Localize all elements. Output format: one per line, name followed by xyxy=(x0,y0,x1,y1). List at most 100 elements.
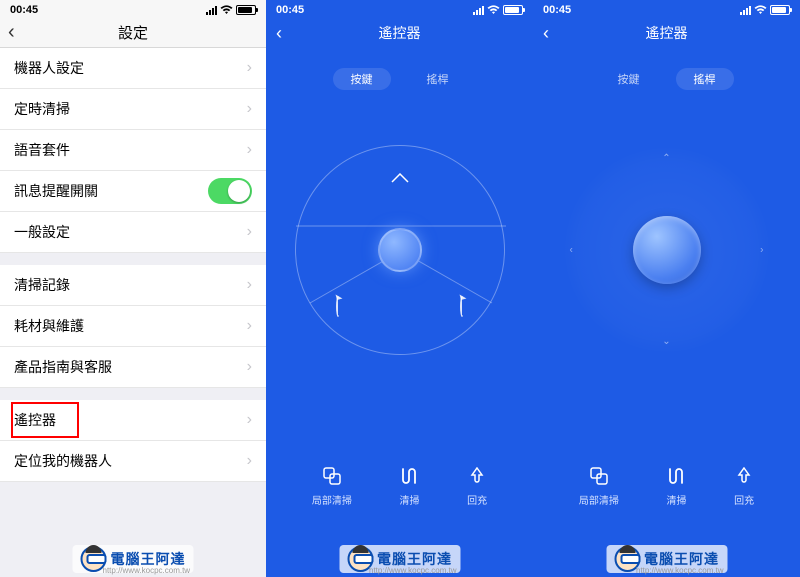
chevron-right-icon: › xyxy=(247,317,252,335)
dock-icon xyxy=(734,466,754,486)
row-guide-support[interactable]: 產品指南與客服› xyxy=(0,347,266,388)
status-indicators xyxy=(740,5,790,15)
row-robot-settings[interactable]: 機器人設定 › xyxy=(0,48,266,89)
watermark: 電腦王阿達 http://www.kocpc.com.tw xyxy=(606,545,727,573)
action-label: 回充 xyxy=(467,492,487,507)
remote-buttons-screen: 00:45 ‹ 遙控器 按鍵 搖桿 局部清掃 xyxy=(266,0,533,577)
row-label: 訊息提醒開關 xyxy=(14,181,98,201)
rotate-left-icon xyxy=(336,296,340,317)
signal-icon xyxy=(473,6,484,15)
back-button[interactable]: ‹ xyxy=(543,23,549,44)
status-time: 00:45 xyxy=(276,4,304,16)
chevron-right-icon: › xyxy=(247,223,252,241)
remote-header: ‹ 遙控器 xyxy=(533,18,800,48)
direction-wheel xyxy=(295,145,505,355)
settings-group-3: 遙控器 › 定位我的機器人 › xyxy=(0,400,266,482)
dock-button[interactable]: 回充 xyxy=(467,466,487,507)
chevron-down-icon: ⌄ xyxy=(662,336,670,347)
row-general-settings[interactable]: 一般設定 › xyxy=(0,212,266,253)
spot-clean-icon xyxy=(589,466,609,486)
bottom-actions: 局部清掃 清掃 回充 xyxy=(533,466,800,507)
remote-header: ‹ 遙控器 xyxy=(266,18,533,48)
action-label: 局部清掃 xyxy=(312,492,352,507)
status-time: 00:45 xyxy=(543,4,571,16)
rotate-right-button[interactable] xyxy=(460,298,464,316)
row-voice-pack[interactable]: 語音套件› xyxy=(0,130,266,171)
chevron-right-icon: › xyxy=(247,452,252,470)
chevron-right-icon: › xyxy=(247,59,252,77)
watermark: 電腦王阿達 http://www.kocpc.com.tw xyxy=(339,545,460,573)
row-label: 一般設定 xyxy=(14,222,70,242)
action-label: 回充 xyxy=(734,492,754,507)
row-consumables[interactable]: 耗材與維護 › xyxy=(0,306,266,347)
forward-button[interactable] xyxy=(391,170,409,186)
chevron-right-icon: › xyxy=(247,100,252,118)
joystick-knob[interactable] xyxy=(633,216,701,284)
spot-clean-icon xyxy=(322,466,342,486)
dock-button[interactable]: 回充 xyxy=(734,466,754,507)
settings-group-2: 清掃記錄 › 耗材與維護 › 產品指南與客服› xyxy=(0,265,266,388)
row-label: 遙控器 xyxy=(14,410,56,430)
row-scheduled-clean[interactable]: 定時清掃 › xyxy=(0,89,266,130)
row-label: 耗材與維護 xyxy=(14,316,84,336)
chevron-right-icon: › xyxy=(247,276,252,294)
wifi-icon xyxy=(487,5,500,15)
joystick-pad[interactable]: ⌃ ⌄ ‹ › xyxy=(562,145,772,355)
mode-tabs: 按鍵 搖桿 xyxy=(266,68,533,90)
bottom-actions: 局部清掃 清掃 回充 xyxy=(266,466,533,507)
chevron-right-icon: › xyxy=(247,141,252,159)
action-label: 清掃 xyxy=(399,492,419,507)
clean-button[interactable]: 清掃 xyxy=(666,466,686,507)
chevron-right-icon: › xyxy=(760,245,763,256)
status-bar: 00:45 xyxy=(0,0,266,18)
row-label: 機器人設定 xyxy=(14,58,84,78)
action-label: 清掃 xyxy=(666,492,686,507)
clean-button[interactable]: 清掃 xyxy=(399,466,419,507)
battery-icon xyxy=(503,5,523,15)
chevron-left-icon: ‹ xyxy=(570,245,573,256)
status-bar: 00:45 xyxy=(533,0,800,18)
rotate-left-button[interactable] xyxy=(336,298,340,316)
row-label: 定位我的機器人 xyxy=(14,451,112,471)
battery-icon xyxy=(770,5,790,15)
tab-joystick[interactable]: 搖桿 xyxy=(409,68,467,90)
clean-icon xyxy=(399,466,419,486)
chevron-up-icon: ⌃ xyxy=(662,153,670,164)
spot-clean-button[interactable]: 局部清掃 xyxy=(312,466,352,507)
page-title: 遙控器 xyxy=(379,23,421,43)
chevron-right-icon: › xyxy=(247,411,252,429)
signal-icon xyxy=(206,6,217,15)
watermark: 電腦王阿達 http://www.kocpc.com.tw xyxy=(73,545,194,573)
spot-clean-button[interactable]: 局部清掃 xyxy=(579,466,619,507)
settings-list: 機器人設定 › 定時清掃 › 語音套件› 訊息提醒開關 一般設定 › 清掃記錄 › 耗材… xyxy=(0,48,266,482)
row-notification-toggle[interactable]: 訊息提醒開關 xyxy=(0,171,266,212)
watermark-url: http://www.kocpc.com.tw xyxy=(369,566,457,575)
row-label: 定時清掃 xyxy=(14,99,70,119)
row-clean-history[interactable]: 清掃記錄 › xyxy=(0,265,266,306)
signal-icon xyxy=(740,6,751,15)
status-bar: 00:45 xyxy=(266,0,533,18)
center-button[interactable] xyxy=(378,228,422,272)
tab-buttons[interactable]: 按鍵 xyxy=(333,68,391,90)
tab-joystick[interactable]: 搖桿 xyxy=(676,68,734,90)
status-indicators xyxy=(473,5,523,15)
wifi-icon xyxy=(220,5,233,15)
settings-group-1: 機器人設定 › 定時清掃 › 語音套件› 訊息提醒開關 一般設定 › xyxy=(0,48,266,253)
watermark-url: http://www.kocpc.com.tw xyxy=(103,566,191,575)
page-title: 遙控器 xyxy=(646,23,688,43)
mode-tabs: 按鍵 搖桿 xyxy=(533,68,800,90)
wifi-icon xyxy=(754,5,767,15)
row-locate-robot[interactable]: 定位我的機器人 › xyxy=(0,441,266,482)
row-remote-control[interactable]: 遙控器 › xyxy=(0,400,266,441)
back-button[interactable]: ‹ xyxy=(8,21,15,44)
battery-icon xyxy=(236,5,256,15)
chevron-right-icon: › xyxy=(247,358,252,376)
row-label: 清掃記錄 xyxy=(14,275,70,295)
toggle-on[interactable] xyxy=(208,178,252,204)
action-label: 局部清掃 xyxy=(579,492,619,507)
back-button[interactable]: ‹ xyxy=(276,23,282,44)
status-time: 00:45 xyxy=(10,4,38,16)
settings-screen: 00:45 ‹ 設定 機器人設定› 定時清掃› 語音套件› 訊息提醒開關 一般設… xyxy=(0,0,266,577)
tab-buttons[interactable]: 按鍵 xyxy=(600,68,658,90)
clean-icon xyxy=(666,466,686,486)
